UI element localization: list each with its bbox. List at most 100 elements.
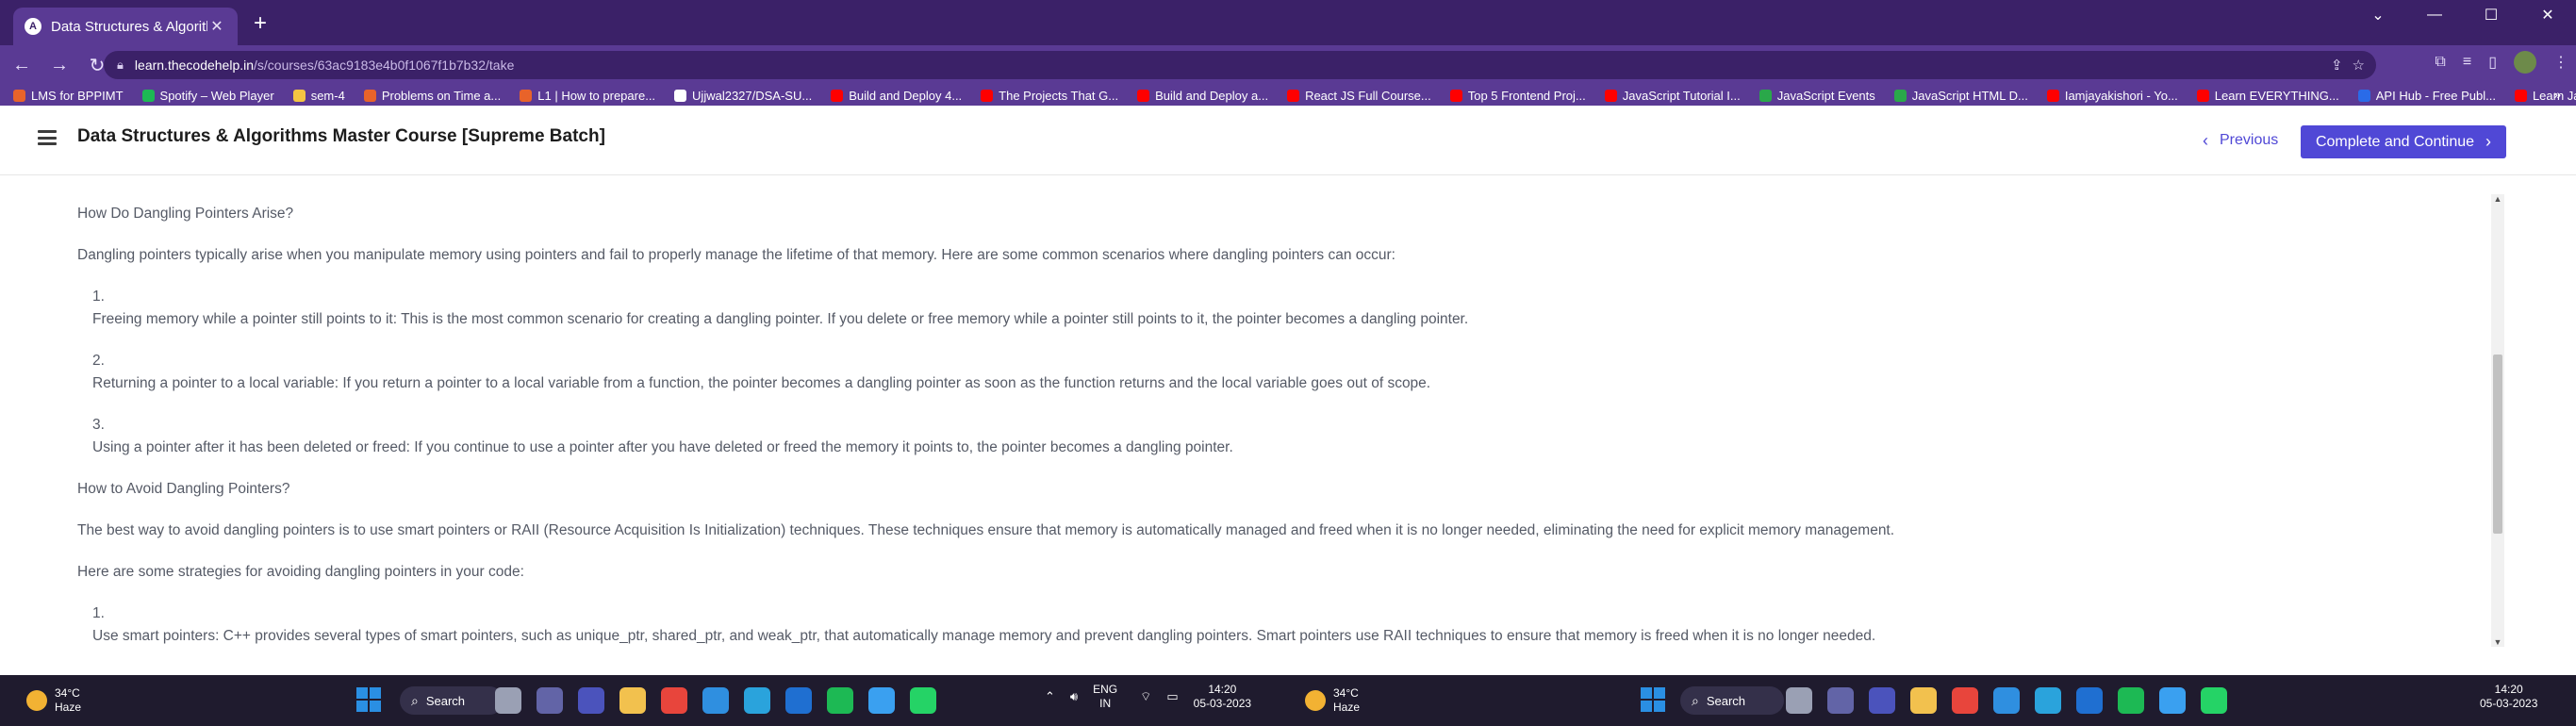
clock[interactable]: 14:20 05-03-2023 <box>2480 683 2537 711</box>
list-number: 2. <box>92 353 105 369</box>
bookmark-favicon-icon <box>2046 89 2059 102</box>
vscode-icon[interactable] <box>702 687 729 714</box>
bookmark-item[interactable]: Ujjwal2327/DSA-SU... <box>674 89 812 103</box>
teams-icon[interactable] <box>537 687 563 714</box>
bookmark-item[interactable]: Top 5 Frontend Proj... <box>1449 89 1586 103</box>
teams-work-icon[interactable] <box>578 687 604 714</box>
file-explorer-icon[interactable] <box>619 687 646 714</box>
spotify-icon[interactable] <box>2118 687 2144 714</box>
volume-icon[interactable]: 🔊︎ <box>1070 689 1078 704</box>
close-window-icon[interactable]: ✕ <box>2519 0 2576 30</box>
chrome-icon[interactable] <box>661 687 687 714</box>
previous-button[interactable]: ‹ Previous <box>2203 126 2278 155</box>
bookmark-favicon-icon <box>2357 89 2370 102</box>
bookmark-label: Spotify – Web Player <box>159 88 274 103</box>
address-bar[interactable]: 🔒︎ learn.thecodehelp.in/s/courses/63ac91… <box>104 51 2376 79</box>
clock[interactable]: 14:20 05-03-2023 <box>1194 683 1251 711</box>
bookmark-star-icon[interactable]: ☆ <box>2353 57 2365 74</box>
cortana-icon[interactable] <box>868 687 895 714</box>
whatsapp-icon[interactable] <box>910 687 936 714</box>
telegram-icon[interactable] <box>2035 687 2061 714</box>
teams-icon[interactable] <box>1827 687 1854 714</box>
task-view-icon[interactable] <box>495 687 521 714</box>
bookmark-favicon-icon <box>2514 89 2527 102</box>
bookmark-item[interactable]: JavaScript Events <box>1759 89 1875 103</box>
battery-icon[interactable]: ▭ <box>1166 689 1178 704</box>
lock-icon[interactable]: 🔒︎ <box>117 58 124 73</box>
mail-icon[interactable] <box>785 687 812 714</box>
taskbar-search[interactable]: ⌕ Search <box>400 686 504 715</box>
lang-code: ENG <box>1093 683 1118 696</box>
bookmark-item[interactable]: Problems on Time a... <box>363 89 501 103</box>
bookmark-item[interactable]: Spotify – Web Player <box>141 88 274 103</box>
bookmark-label: Learn EVERYTHING... <box>2214 88 2339 103</box>
bookmark-item[interactable]: Learn EVERYTHING... <box>2196 88 2339 103</box>
vscode-icon[interactable] <box>1993 687 2020 714</box>
share-icon[interactable]: ⇪ <box>2331 57 2343 74</box>
bookmark-item[interactable]: API Hub - Free Publ... <box>2357 89 2496 103</box>
clock-date: 05-03-2023 <box>2480 697 2538 710</box>
bookmark-item[interactable]: Iamjayakishori - Yo... <box>2046 89 2178 103</box>
chevron-left-icon: ‹ <box>2203 130 2208 150</box>
weather-widget[interactable]: 34°C Haze <box>26 686 81 715</box>
bookmarks-overflow-icon[interactable]: » <box>2553 87 2561 102</box>
minimize-icon[interactable]: — <box>2406 0 2463 30</box>
bookmark-item[interactable]: The Projects That G... <box>981 89 1118 103</box>
bookmark-favicon-icon <box>520 89 533 102</box>
search-label: Search <box>425 693 466 708</box>
hamburger-menu-icon[interactable] <box>38 130 57 145</box>
whatsapp-icon[interactable] <box>2201 687 2227 714</box>
weather-widget-2[interactable]: 34°C Haze <box>1305 686 1360 715</box>
teams-work-icon[interactable] <box>1869 687 1895 714</box>
windows-start-icon[interactable] <box>1641 687 1665 712</box>
course-header: Data Structures & Algorithms Master Cour… <box>0 106 2576 175</box>
side-panel-icon[interactable]: ▯ <box>2488 53 2497 72</box>
bookmark-item[interactable]: JavaScript Tutorial I... <box>1604 89 1741 103</box>
wifi-icon[interactable]: ⌔ <box>1140 689 1151 704</box>
profile-avatar[interactable] <box>2514 51 2536 74</box>
language-indicator[interactable]: ENG IN <box>1093 683 1117 711</box>
bookmark-item[interactable]: L1 | How to prepare... <box>520 89 655 103</box>
forward-icon[interactable]: → <box>43 49 75 81</box>
lesson-content[interactable]: How Do Dangling Pointers Arise? Dangling… <box>0 175 2576 675</box>
bookmark-item[interactable]: Build and Deploy a... <box>1137 89 1268 103</box>
bookmark-item[interactable]: sem-4 <box>292 88 345 103</box>
cortana-icon[interactable] <box>2159 687 2186 714</box>
bookmark-item[interactable]: React JS Full Course... <box>1287 89 1431 103</box>
windows-taskbar: 34°C Haze ⌕ Search ⌃ 🔊︎ ENG IN ⌔ ▭ 14:20… <box>0 675 2576 726</box>
windows-start-icon[interactable] <box>356 687 381 712</box>
menu-kebab-icon[interactable]: ⋮ <box>2553 53 2568 72</box>
file-explorer-icon[interactable] <box>1910 687 1937 714</box>
bookmark-favicon-icon <box>1604 89 1617 102</box>
scroll-up-icon[interactable]: ▲ <box>2491 194 2504 204</box>
new-tab-button[interactable]: + <box>247 11 273 38</box>
back-icon[interactable]: ← <box>6 49 38 81</box>
browser-tab-active[interactable]: A Data Structures & Algorithms M ✕ <box>13 8 238 45</box>
task-view-icon[interactable] <box>1786 687 1812 714</box>
bookmark-item[interactable]: LMS for BPPIMT <box>13 89 124 103</box>
haze-weather-icon <box>26 690 47 711</box>
bookmark-label: sem-4 <box>310 88 345 103</box>
scroll-down-icon[interactable]: ▼ <box>2491 637 2504 647</box>
bookmark-item[interactable]: JavaScript HTML D... <box>1893 89 2028 103</box>
chrome-icon[interactable] <box>1952 687 1978 714</box>
content-scrollbar[interactable]: ▲ ▼ <box>2491 194 2504 647</box>
chevron-up-icon[interactable]: ⌃ <box>1045 689 1055 704</box>
telegram-icon[interactable] <box>744 687 770 714</box>
reading-list-icon[interactable]: ≡ <box>2463 54 2471 71</box>
taskbar-search[interactable]: ⌕ Search <box>1680 686 1784 715</box>
mail-icon[interactable] <box>2076 687 2103 714</box>
bookmark-item[interactable]: Learn JavaScript by... <box>2514 89 2576 103</box>
extensions-icon[interactable]: ⧉ <box>2435 54 2445 71</box>
tab-search-icon[interactable]: ⌄ <box>2350 0 2406 30</box>
close-icon[interactable]: ✕ <box>207 17 226 36</box>
maximize-icon[interactable]: ☐ <box>2463 0 2519 30</box>
complete-and-continue-button[interactable]: Complete and Continue › <box>2301 125 2506 158</box>
scrollbar-thumb[interactable] <box>2493 355 2502 534</box>
bookmark-label: Build and Deploy 4... <box>849 88 963 103</box>
spotify-icon[interactable] <box>827 687 853 714</box>
bookmark-item[interactable]: Build and Deploy 4... <box>831 89 962 103</box>
paragraph: Here are some strategies for avoiding da… <box>77 564 524 580</box>
weather-desc: Haze <box>55 701 82 714</box>
clock-time: 14:20 <box>2494 683 2523 696</box>
